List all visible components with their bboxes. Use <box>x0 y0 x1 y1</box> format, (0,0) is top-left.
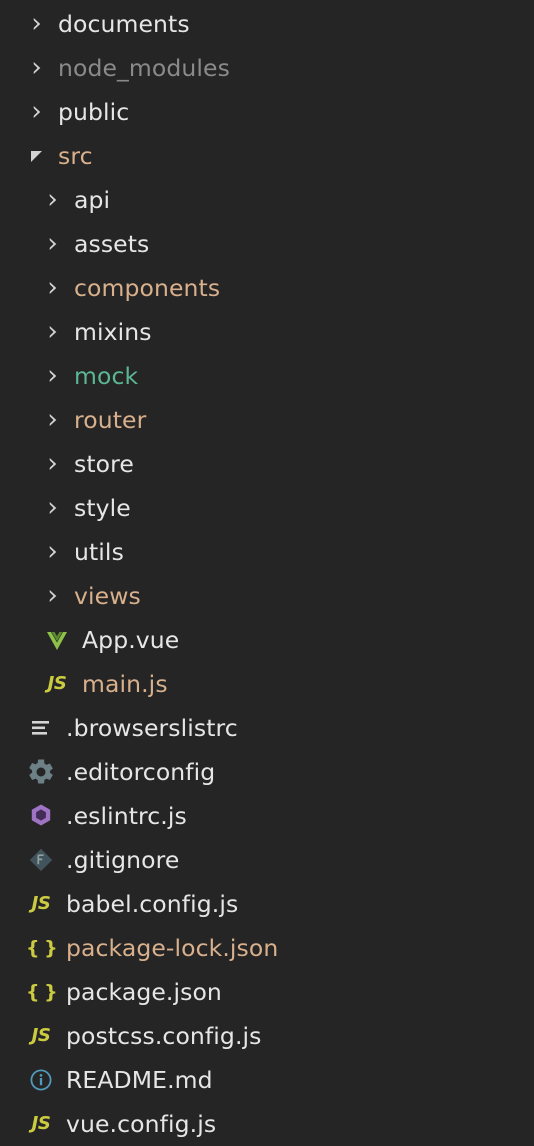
folder-name-label: api <box>74 186 111 214</box>
tree-file-row[interactable]: .editorconfig <box>0 750 534 794</box>
file-name-label: vue.config.js <box>66 1110 217 1138</box>
folder-name-label: public <box>58 98 130 126</box>
file-name-label: package.json <box>66 978 222 1006</box>
tree-folder-row[interactable]: mock <box>0 354 534 398</box>
folder-name-label: utils <box>74 538 124 566</box>
file-name-label: .gitignore <box>66 846 180 874</box>
chevron-right-icon[interactable] <box>42 189 64 211</box>
chevron-right-icon[interactable] <box>42 365 64 387</box>
tree-file-row[interactable]: JS main.js <box>0 662 534 706</box>
folder-name-label: documents <box>58 10 190 38</box>
chevron-down-icon[interactable] <box>26 145 48 167</box>
folder-name-label: router <box>74 406 147 434</box>
file-name-label: postcss.config.js <box>66 1022 262 1050</box>
file-name-label: package-lock.json <box>66 934 279 962</box>
chevron-right-icon[interactable] <box>42 497 64 519</box>
chevron-right-icon[interactable] <box>42 585 64 607</box>
chevron-right-icon[interactable] <box>42 321 64 343</box>
folder-name-label: assets <box>74 230 150 258</box>
tree-file-row[interactable]: JS babel.config.js <box>0 882 534 926</box>
file-name-label: main.js <box>82 670 168 698</box>
tree-folder-row[interactable]: src <box>0 134 534 178</box>
json-file-icon: { } <box>26 937 58 959</box>
eslint-file-icon <box>26 801 56 831</box>
chevron-right-icon[interactable] <box>26 13 48 35</box>
file-name-label: README.md <box>66 1066 213 1094</box>
gear-file-icon <box>26 757 56 787</box>
chevron-right-icon[interactable] <box>42 453 64 475</box>
file-name-label: .eslintrc.js <box>66 802 187 830</box>
chevron-right-icon[interactable] <box>42 541 64 563</box>
tree-folder-row[interactable]: api <box>0 178 534 222</box>
json-file-icon: { } <box>26 981 58 1003</box>
tree-file-row[interactable]: README.md <box>0 1058 534 1102</box>
tree-file-row[interactable]: { } package-lock.json <box>0 926 534 970</box>
tree-folder-row[interactable]: documents <box>0 2 534 46</box>
tree-folder-row[interactable]: components <box>0 266 534 310</box>
tree-folder-row[interactable]: utils <box>0 530 534 574</box>
file-name-label: babel.config.js <box>66 890 239 918</box>
tree-file-row[interactable]: .eslintrc.js <box>0 794 534 838</box>
tree-file-row[interactable]: JS vue.config.js <box>0 1102 534 1146</box>
tree-file-row[interactable]: { } package.json <box>0 970 534 1014</box>
tree-file-row[interactable]: JS postcss.config.js <box>0 1014 534 1058</box>
tree-folder-row[interactable]: node_modules <box>0 46 534 90</box>
folder-name-label: views <box>74 582 141 610</box>
folder-name-label: src <box>58 142 93 170</box>
folder-name-label: components <box>74 274 221 302</box>
js-file-icon: JS <box>31 1113 51 1134</box>
js-file-icon: JS <box>31 1025 51 1046</box>
tree-folder-row[interactable]: assets <box>0 222 534 266</box>
tree-folder-row[interactable]: style <box>0 486 534 530</box>
folder-name-label: mixins <box>74 318 152 346</box>
folder-name-label: style <box>74 494 131 522</box>
file-name-label: .editorconfig <box>66 758 216 786</box>
chevron-right-icon[interactable] <box>42 409 64 431</box>
folder-name-label: node_modules <box>58 54 230 82</box>
git-file-icon <box>26 845 56 875</box>
tree-folder-row[interactable]: views <box>0 574 534 618</box>
vue-file-icon <box>42 625 72 655</box>
folder-name-label: store <box>74 450 134 478</box>
tree-folder-row[interactable]: router <box>0 398 534 442</box>
file-explorer-tree[interactable]: documents node_modulespublic src api assets c… <box>0 0 534 1142</box>
file-name-label: App.vue <box>82 626 180 654</box>
tree-file-row[interactable]: .gitignore <box>0 838 534 882</box>
tree-folder-row[interactable]: store <box>0 442 534 486</box>
chevron-right-icon[interactable] <box>42 277 64 299</box>
chevron-right-icon[interactable] <box>26 57 48 79</box>
tree-file-row[interactable]: .browserslistrc <box>0 706 534 750</box>
js-file-icon: JS <box>31 893 51 914</box>
tree-file-row[interactable]: App.vue <box>0 618 534 662</box>
folder-name-label: mock <box>74 362 139 390</box>
list-file-icon <box>26 713 56 743</box>
tree-folder-row[interactable]: public <box>0 90 534 134</box>
file-name-label: .browserslistrc <box>66 714 238 742</box>
info-file-icon <box>26 1065 56 1095</box>
chevron-right-icon[interactable] <box>26 101 48 123</box>
tree-folder-row[interactable]: mixins <box>0 310 534 354</box>
js-file-icon: JS <box>47 673 67 694</box>
chevron-right-icon[interactable] <box>42 233 64 255</box>
